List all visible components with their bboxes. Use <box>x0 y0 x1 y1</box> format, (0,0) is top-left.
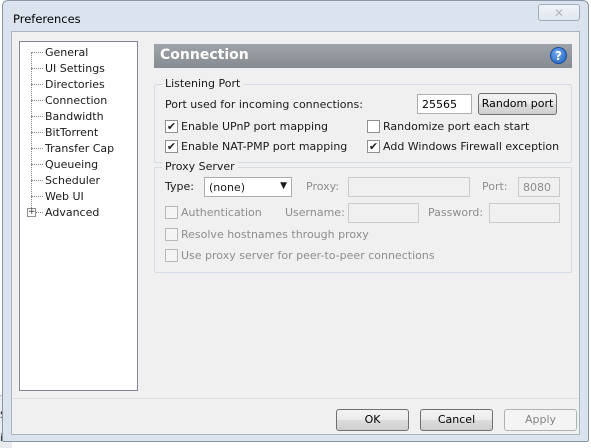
firewall-label: Add Windows Firewall exception <box>383 140 560 153</box>
password-input[interactable] <box>489 203 560 223</box>
tree-item-ui-settings[interactable]: UI Settings <box>20 61 137 77</box>
dialog-button-bar <box>12 398 579 434</box>
proxy-type-select[interactable]: (none) ▼ <box>204 177 292 197</box>
listening-port-group-title: Listening Port <box>162 77 244 90</box>
incoming-port-input[interactable] <box>417 94 472 114</box>
tree-item-transfer-cap[interactable]: Transfer Cap <box>20 141 137 157</box>
tree-item-label: Connection <box>45 94 108 107</box>
natpmp-label: Enable NAT-PMP port mapping <box>181 140 348 153</box>
random-port-button[interactable]: Random port <box>478 93 557 115</box>
tree-item-label: General <box>45 46 89 59</box>
randomize-port-checkbox[interactable] <box>367 120 380 133</box>
tree-item-label: Advanced <box>45 206 100 219</box>
tree-item-scheduler[interactable]: Scheduler <box>20 173 137 189</box>
upnp-checkbox[interactable]: ✔ <box>165 120 178 133</box>
ok-button[interactable]: OK <box>336 409 409 431</box>
preferences-tree[interactable]: General UI Settings Directories Connecti… <box>19 41 138 391</box>
window-title: Preferences <box>13 12 81 26</box>
proxy-host-input[interactable] <box>348 177 470 197</box>
proxy-type-label: Type: <box>165 180 194 193</box>
tree-item-label: UI Settings <box>45 62 105 75</box>
tree-item-bittorrent[interactable]: BitTorrent <box>20 125 137 141</box>
tree-item-web-ui[interactable]: Web UI <box>20 189 137 205</box>
tree-item-directories[interactable]: Directories <box>20 77 137 93</box>
tree-item-label: Web UI <box>45 190 84 203</box>
section-header: Connection ? <box>154 44 572 68</box>
peer-proxy-checkbox[interactable] <box>165 249 178 262</box>
tree-item-bandwidth[interactable]: Bandwidth <box>20 109 137 125</box>
authentication-label: Authentication <box>181 206 262 219</box>
tree-item-connection[interactable]: Connection <box>20 93 137 109</box>
expand-plus-icon[interactable]: + <box>27 208 36 217</box>
resolve-hostnames-checkbox[interactable] <box>165 228 178 241</box>
tree-item-label: Transfer Cap <box>45 142 115 155</box>
tree-item-label: Directories <box>45 78 105 91</box>
cancel-button[interactable]: Cancel <box>420 409 493 431</box>
tree-item-label: Scheduler <box>45 174 101 187</box>
randomize-port-label: Randomize port each start <box>383 120 530 133</box>
peer-proxy-label: Use proxy server for peer-to-peer connec… <box>181 249 435 262</box>
incoming-port-label: Port used for incoming connections: <box>165 98 363 111</box>
close-icon: ✕ <box>553 5 565 20</box>
proxy-server-group-title: Proxy Server <box>162 160 238 173</box>
username-label: Username: <box>285 206 345 219</box>
dropdown-arrow-icon: ▼ <box>280 181 287 191</box>
close-button[interactable]: ✕ <box>538 4 580 21</box>
upnp-label: Enable UPnP port mapping <box>181 120 329 133</box>
dialog-client-area: General UI Settings Directories Connecti… <box>11 31 580 435</box>
resolve-hostnames-label: Resolve hostnames through proxy <box>181 228 369 241</box>
tree-item-queueing[interactable]: Queueing <box>20 157 137 173</box>
help-icon[interactable]: ? <box>550 47 567 64</box>
natpmp-checkbox[interactable]: ✔ <box>165 140 178 153</box>
tree-item-general[interactable]: General <box>20 45 137 61</box>
tree-item-label: Bandwidth <box>45 110 104 123</box>
preferences-window: Preferences ✕ General UI Settings Direct… <box>2 0 589 442</box>
section-title: Connection <box>160 47 249 63</box>
password-label: Password: <box>428 206 484 219</box>
authentication-checkbox[interactable] <box>165 206 178 219</box>
tree-item-label: BitTorrent <box>45 126 99 139</box>
proxy-host-label: Proxy: <box>306 180 340 193</box>
firewall-checkbox[interactable]: ✔ <box>367 140 380 153</box>
proxy-port-input[interactable] <box>518 177 560 197</box>
proxy-type-value: (none) <box>209 181 246 194</box>
apply-button[interactable]: Apply <box>504 409 577 431</box>
proxy-port-label: Port: <box>482 180 508 193</box>
username-input[interactable] <box>348 203 419 223</box>
tree-item-label: Queueing <box>45 158 99 171</box>
title-bar[interactable]: Preferences ✕ <box>3 1 588 35</box>
tree-item-advanced[interactable]: + Advanced <box>20 205 137 221</box>
